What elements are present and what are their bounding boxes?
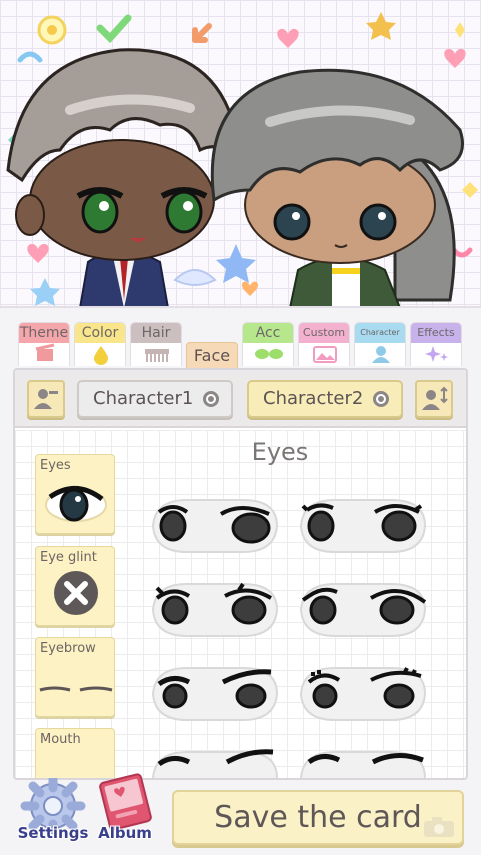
tab-character[interactable]: Character bbox=[354, 322, 406, 366]
character-selector-bar: Character1 Character2 bbox=[15, 370, 466, 428]
sunglasses-icon bbox=[243, 343, 293, 365]
tab-hair[interactable]: Hair bbox=[130, 322, 182, 366]
eye-option-6[interactable] bbox=[295, 660, 431, 724]
tab-color[interactable]: Color bbox=[74, 322, 126, 366]
sparkle-icon bbox=[411, 343, 461, 365]
clapper-icon bbox=[19, 343, 69, 365]
category-eyebrow[interactable]: Eyebrow bbox=[35, 637, 115, 717]
tab-character-label: Character bbox=[355, 323, 405, 343]
eye-option-3[interactable] bbox=[147, 576, 283, 640]
tab-acc-label: Acc bbox=[243, 323, 293, 343]
tab-theme[interactable]: Theme bbox=[18, 322, 70, 366]
preview-scene bbox=[6, 12, 478, 308]
tab-acc[interactable]: Acc bbox=[242, 322, 294, 366]
tab-effects-label: Effects bbox=[411, 323, 461, 343]
eyebrow-icon bbox=[39, 686, 113, 692]
eye-option-1[interactable] bbox=[147, 492, 283, 556]
tab-theme-label: Theme bbox=[19, 323, 69, 343]
tab-face[interactable]: Face bbox=[186, 342, 238, 368]
character1-label: Character1 bbox=[93, 388, 194, 409]
category-tabs: Theme Color Hair Face Acc Custom Charact… bbox=[0, 318, 481, 370]
image-icon bbox=[299, 343, 349, 365]
paint-drop-icon bbox=[75, 343, 125, 365]
character-swap-button[interactable] bbox=[415, 380, 453, 418]
character2-sprite[interactable] bbox=[210, 68, 464, 308]
eye-option-5[interactable] bbox=[147, 660, 283, 724]
character2-button[interactable]: Character2 bbox=[247, 380, 403, 418]
character1-button[interactable]: Character1 bbox=[77, 380, 233, 418]
character-switch-button[interactable] bbox=[27, 380, 65, 418]
save-card-button[interactable]: Save the card bbox=[172, 790, 464, 845]
eye-option-8[interactable] bbox=[295, 744, 431, 778]
category-eye-glint[interactable]: Eye glint bbox=[35, 546, 115, 626]
tab-custom-label: Custom bbox=[299, 323, 349, 343]
character-preview bbox=[0, 0, 481, 308]
none-x-icon bbox=[54, 571, 98, 615]
section-title: Eyes bbox=[251, 438, 309, 466]
character1-radio bbox=[203, 391, 219, 407]
save-card-label: Save the card bbox=[214, 800, 422, 835]
eye-option-4[interactable] bbox=[295, 576, 431, 640]
tab-hair-label: Hair bbox=[131, 323, 181, 343]
category-eyes[interactable]: Eyes bbox=[35, 454, 115, 534]
character1-sprite[interactable] bbox=[6, 48, 242, 308]
character2-label: Character2 bbox=[263, 388, 364, 409]
parts-grid: Eyes Eyes Eye glint Eyebrow Mouth bbox=[15, 430, 466, 778]
settings-button[interactable]: Settings bbox=[14, 773, 92, 848]
comb-icon bbox=[131, 343, 181, 365]
album-label: Album bbox=[98, 824, 152, 842]
album-button[interactable]: Album bbox=[92, 770, 158, 848]
character2-radio bbox=[373, 391, 389, 407]
person-icon bbox=[355, 343, 405, 365]
tab-effects[interactable]: Effects bbox=[410, 322, 462, 366]
eye-icon bbox=[45, 486, 107, 522]
character-switch-icon bbox=[34, 389, 58, 409]
eye-option-2[interactable] bbox=[295, 492, 431, 556]
tab-face-label: Face bbox=[193, 346, 231, 365]
tab-custom[interactable]: Custom bbox=[298, 322, 350, 366]
album-icon bbox=[99, 773, 152, 831]
settings-label: Settings bbox=[17, 824, 89, 842]
tab-color-label: Color bbox=[75, 323, 125, 343]
eye-option-7[interactable] bbox=[147, 744, 283, 778]
camera-icon bbox=[424, 817, 454, 837]
editor-panel: Character1 Character2 Eyes Eyes Eye glin… bbox=[13, 368, 468, 780]
character-swap-icon bbox=[422, 386, 448, 410]
